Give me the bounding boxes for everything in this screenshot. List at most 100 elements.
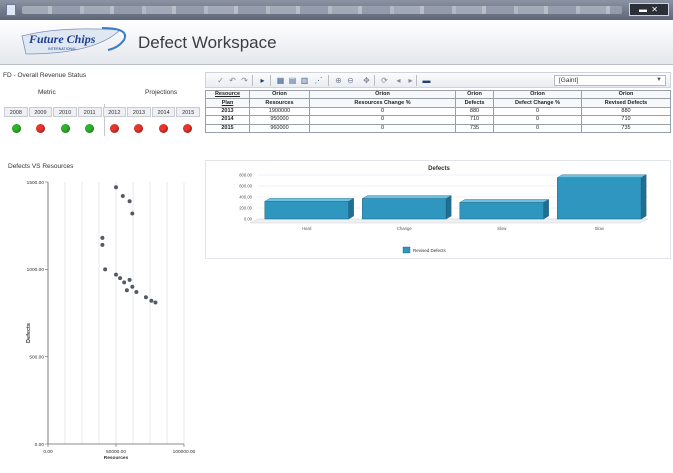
zoom-in-icon[interactable]: ⊕	[334, 76, 343, 85]
kpi-metric-label: Metric	[38, 89, 56, 96]
scatter-y-tick-label: 1500.00	[27, 180, 45, 186]
cell-revised-defects[interactable]: 880	[581, 106, 671, 117]
pointer-icon[interactable]: ▸	[258, 76, 267, 85]
bar-y-tick-label: 600.00	[239, 184, 252, 189]
scatter-point[interactable]	[134, 290, 139, 295]
bar-chart-icon[interactable]: ▥	[300, 76, 309, 85]
chart-type-icon[interactable]: ▬	[422, 76, 431, 85]
scatter-icon[interactable]: ⋰	[314, 76, 323, 85]
cell-resources-change[interactable]: 0	[309, 115, 456, 125]
status-dot-red[interactable]	[183, 123, 193, 133]
logo-subtext: INTERNATIONAL	[48, 47, 77, 51]
page-icon	[6, 4, 16, 16]
bar-top-face	[556, 174, 647, 178]
scatter-point[interactable]	[118, 276, 123, 281]
bar-chart-floor	[249, 218, 649, 224]
logo-text: Future Chips	[28, 32, 96, 46]
cell-defect-change[interactable]: 0	[493, 106, 582, 117]
bar-y-tick-label: 800.00	[239, 173, 252, 178]
back-icon[interactable]: ◂	[394, 76, 403, 85]
scatter-point[interactable]	[143, 295, 148, 300]
chevron-down-icon: ▼	[656, 77, 662, 83]
scatter-point[interactable]	[100, 235, 105, 240]
kpi-year-2013: 2013	[127, 107, 151, 117]
column-header[interactable]: Orion	[581, 89, 671, 100]
scatter-point[interactable]	[100, 242, 105, 247]
scatter-point[interactable]	[114, 272, 118, 277]
bar[interactable]	[557, 177, 642, 220]
scatter-point[interactable]	[127, 199, 132, 204]
cell-defects[interactable]: 735	[455, 123, 494, 133]
cell-resources-change[interactable]: 0	[309, 123, 456, 133]
forward-icon[interactable]: ▸	[406, 76, 415, 85]
cell-resources-change[interactable]: 0	[309, 106, 456, 117]
defects-bar-chart: Defects 0.00 200.00 400.00 600.00 800.00 Hard C…	[239, 166, 649, 254]
status-dot-green[interactable]	[85, 123, 95, 133]
status-dot-red[interactable]	[158, 123, 168, 133]
cell-resources[interactable]: 1900000	[249, 106, 310, 117]
cell-defect-change[interactable]: 0	[493, 123, 582, 133]
status-dot-green[interactable]	[11, 123, 21, 133]
cell-resources[interactable]: 960000	[249, 123, 310, 133]
column-header[interactable]: Orion	[455, 89, 494, 100]
cell-resources[interactable]: 950000	[249, 115, 310, 125]
column-header[interactable]: Orion	[249, 89, 310, 100]
status-dot-red[interactable]	[109, 123, 119, 133]
kpi-year-2008: 2008	[4, 107, 28, 117]
column-subheader[interactable]: Plan	[205, 98, 250, 108]
grid-icon[interactable]: ▦	[276, 76, 285, 85]
cell-defects[interactable]: 710	[455, 115, 494, 125]
status-dot-green[interactable]	[60, 123, 70, 133]
status-dot-red[interactable]	[134, 123, 144, 133]
pan-icon[interactable]: ✥	[362, 76, 371, 85]
kpi-status-indicators	[4, 122, 200, 134]
kpi-cell	[29, 122, 54, 134]
table-icon[interactable]: ▤	[288, 76, 297, 85]
column-subheader[interactable]: Resources	[249, 98, 310, 108]
window-controls[interactable]: ▬ ✕	[629, 3, 669, 16]
scatter-point[interactable]	[127, 277, 132, 282]
refresh-icon[interactable]: ⟳	[380, 76, 389, 85]
zoom-out-icon[interactable]: ⊖	[346, 76, 355, 85]
scatter-point[interactable]	[130, 284, 135, 289]
scatter-point[interactable]	[153, 300, 158, 305]
table-row[interactable]: 2014 950000 0 710 0 710	[205, 115, 671, 125]
browser-address-bar[interactable]	[22, 6, 622, 14]
scatter-chart-title: Defects VS Resources	[8, 163, 74, 170]
scatter-point[interactable]	[120, 193, 125, 198]
column-subheader[interactable]: Defects	[455, 98, 494, 108]
redo-icon[interactable]: ↷	[240, 76, 249, 85]
cell-revised-defects[interactable]: 735	[581, 123, 671, 133]
status-dot-red[interactable]	[36, 123, 46, 133]
column-subheader[interactable]: Defect Change %	[493, 98, 582, 108]
column-subheader[interactable]: Revised Defects	[581, 98, 671, 108]
toolbar-separator	[374, 75, 375, 86]
cell-defect-change[interactable]: 0	[493, 115, 582, 125]
scatter-point[interactable]	[130, 211, 135, 216]
column-header[interactable]: Resource	[205, 89, 250, 100]
scatter-point[interactable]	[124, 288, 129, 293]
scatter-point[interactable]	[149, 298, 154, 303]
scatter-point[interactable]	[114, 185, 118, 190]
kpi-year-2015: 2015	[176, 107, 200, 117]
kpi-year-headers: 2008 2009 2010 2011 2012 2013 2014 2015	[4, 107, 200, 117]
kpi-cell	[102, 122, 127, 134]
bar[interactable]	[264, 201, 349, 220]
bar-side-face	[348, 198, 354, 220]
column-header[interactable]: Orion	[309, 89, 456, 100]
cell-defects[interactable]: 880	[455, 106, 494, 117]
check-icon[interactable]: ✓	[216, 76, 225, 85]
undo-icon[interactable]: ↶	[228, 76, 237, 85]
column-subheader[interactable]: Resources Change %	[309, 98, 456, 108]
cell-revised-defects[interactable]: 710	[581, 115, 671, 125]
scatter-point[interactable]	[122, 280, 127, 285]
column-header[interactable]: Orion	[493, 89, 582, 100]
scatter-point[interactable]	[103, 267, 108, 272]
legend-swatch[interactable]	[402, 246, 411, 254]
bar[interactable]	[459, 202, 544, 220]
bar[interactable]	[362, 198, 447, 220]
table-row[interactable]: 2013 1900000 0 880 0 880	[205, 106, 671, 117]
table-row[interactable]: 2015 960000 0 735 0 735	[205, 123, 671, 133]
bar-category-label: Slow	[595, 226, 605, 231]
view-select[interactable]: [Gaint] ▼	[554, 75, 666, 86]
